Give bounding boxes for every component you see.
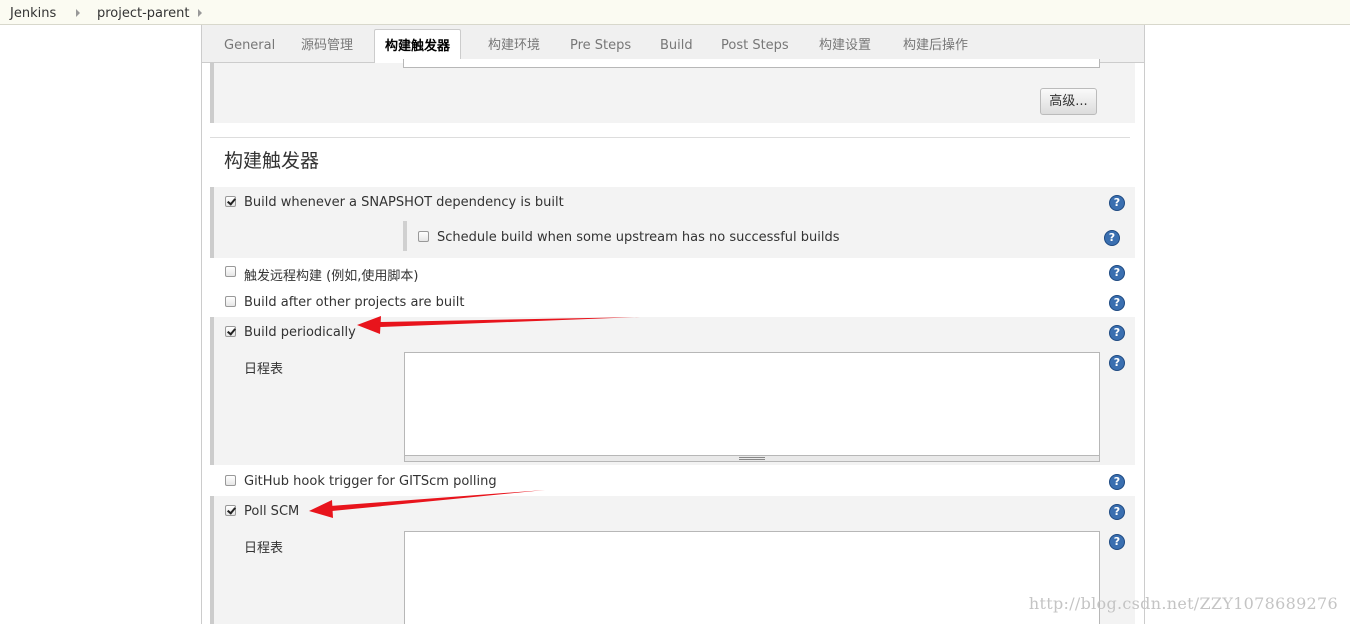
poll-schedule-textarea[interactable] <box>404 531 1100 624</box>
section-title: 构建触发器 <box>224 150 320 172</box>
breadcrumb: Jenkins project-parent <box>0 0 1350 25</box>
chevron-right-icon[interactable] <box>198 9 202 17</box>
prev-section <box>210 63 1135 123</box>
help-icon[interactable]: ? <box>1109 265 1125 281</box>
tab-post-steps[interactable]: Post Steps <box>721 25 789 63</box>
periodically-label: Build periodically <box>244 325 356 340</box>
remote-label: 触发远程构建 (例如,使用脚本) <box>244 269 419 284</box>
tab-build[interactable]: Build <box>660 25 693 63</box>
watermark: http://blog.csdn.net/ZZY1078689276 <box>1028 594 1338 613</box>
textarea-resize-handle[interactable] <box>404 455 1100 462</box>
upstream-label: Schedule build when some upstream has no… <box>437 230 840 245</box>
section-bar <box>210 187 214 258</box>
poll-scm-checkbox[interactable] <box>225 505 236 516</box>
remote-checkbox[interactable] <box>225 266 236 277</box>
tab-general[interactable]: General <box>224 25 275 63</box>
tab-build-settings[interactable]: 构建设置 <box>819 25 871 63</box>
poll-scm-label: Poll SCM <box>244 504 300 519</box>
advanced-button[interactable]: 高级... <box>1040 88 1097 115</box>
help-icon[interactable]: ? <box>1109 504 1125 520</box>
after-other-checkbox[interactable] <box>225 296 236 307</box>
github-hook-label: GitHub hook trigger for GITScm polling <box>244 474 497 489</box>
breadcrumb-jenkins[interactable]: Jenkins <box>10 6 56 21</box>
help-icon[interactable]: ? <box>1104 230 1120 246</box>
snapshot-label: Build whenever a SNAPSHOT dependency is … <box>244 195 564 210</box>
upstream-checkbox[interactable] <box>418 231 429 242</box>
nested-bar <box>403 221 407 251</box>
help-icon[interactable]: ? <box>1109 195 1125 211</box>
schedule-label: 日程表 <box>244 362 284 377</box>
help-icon[interactable]: ? <box>1109 295 1125 311</box>
help-icon[interactable]: ? <box>1109 355 1125 371</box>
snapshot-checkbox[interactable] <box>225 196 236 207</box>
tab-bar: General 源码管理 构建触发器 构建环境 Pre Steps Build … <box>202 25 1144 67</box>
section-divider <box>210 137 1130 138</box>
breadcrumb-project[interactable]: project-parent <box>97 6 189 21</box>
periodic-schedule-textarea[interactable] <box>404 352 1100 457</box>
github-hook-checkbox[interactable] <box>225 475 236 486</box>
section-bar <box>210 63 214 123</box>
prev-input[interactable] <box>403 59 1100 68</box>
help-icon[interactable]: ? <box>1109 474 1125 490</box>
section-bar <box>210 496 214 624</box>
tab-pre-steps[interactable]: Pre Steps <box>570 25 631 63</box>
help-icon[interactable]: ? <box>1109 534 1125 550</box>
schedule-label: 日程表 <box>244 541 284 556</box>
config-panel: General 源码管理 构建触发器 构建环境 Pre Steps Build … <box>201 25 1145 624</box>
after-other-label: Build after other projects are built <box>244 295 465 310</box>
tab-post-build[interactable]: 构建后操作 <box>903 25 968 63</box>
tab-scm[interactable]: 源码管理 <box>301 25 353 63</box>
help-icon[interactable]: ? <box>1109 325 1125 341</box>
section-bar <box>210 317 214 465</box>
chevron-right-icon[interactable] <box>76 9 80 17</box>
tab-build-env[interactable]: 构建环境 <box>488 25 540 63</box>
periodically-checkbox[interactable] <box>225 326 236 337</box>
